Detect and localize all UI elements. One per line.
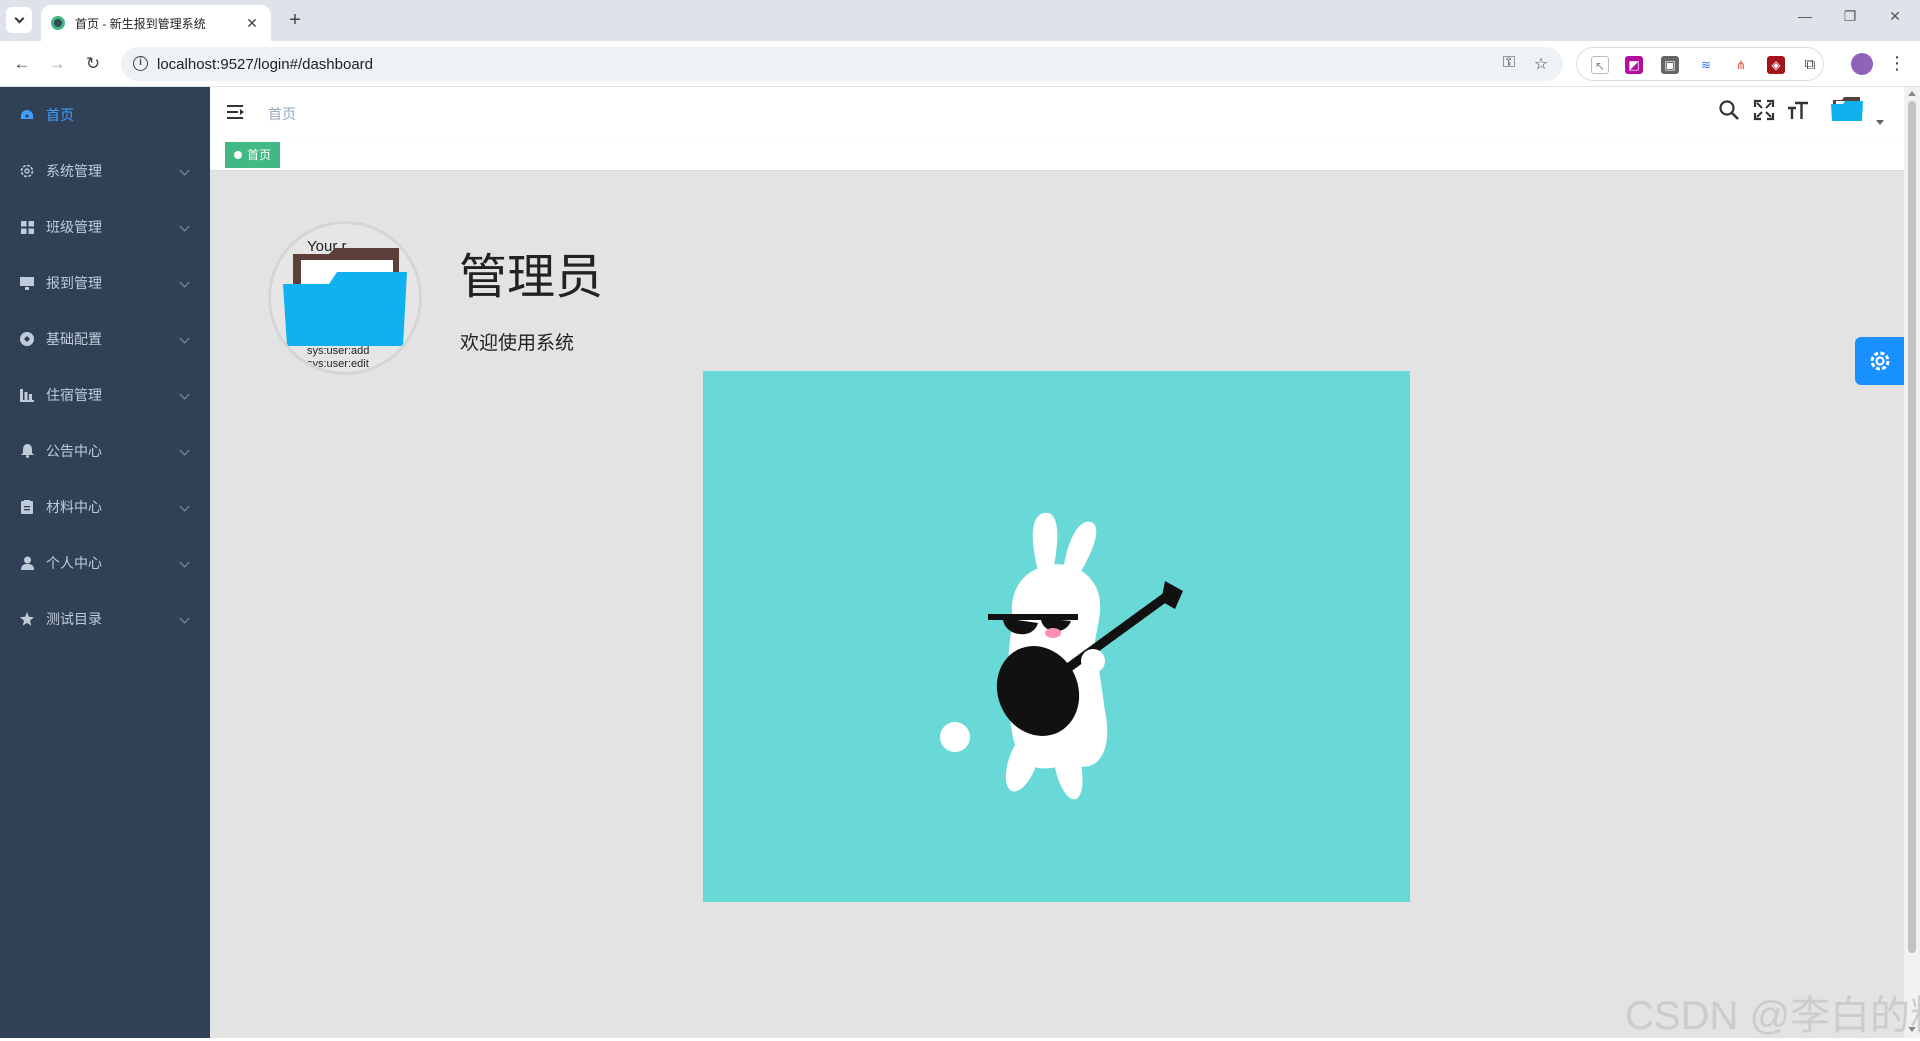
chevron-down-icon <box>14 13 24 23</box>
color-picker-extension-icon[interactable]: ◩ <box>1625 56 1643 74</box>
sidebar-item-label: 公告中心 <box>46 443 102 459</box>
gear-icon <box>1870 351 1889 371</box>
sidebar-item-profile[interactable]: 个人中心 <box>0 535 210 591</box>
sidebar-item-notice[interactable]: 公告中心 <box>0 423 210 479</box>
chevron-down-icon <box>179 389 190 400</box>
avatar-permission-text: sys:user:add <box>307 345 370 357</box>
sidebar-item-class[interactable]: 班级管理 <box>0 199 210 255</box>
clipboard-icon <box>20 500 34 514</box>
sidebar-item-label: 报到管理 <box>46 275 102 291</box>
settings-gear-button[interactable] <box>1855 337 1904 385</box>
browser-tab-bar: 首页 - 新生报到管理系统 ✕ + — ❐ ✕ <box>0 0 1920 41</box>
chevron-down-icon <box>179 445 190 456</box>
site-info-icon[interactable]: i <box>133 56 148 71</box>
vue-favicon-icon <box>51 16 65 30</box>
shield-extension-icon[interactable]: ◈ <box>1767 56 1785 74</box>
sidebar-item-test[interactable]: 测试目录 <box>0 591 210 647</box>
sidebar-item-label: 住宿管理 <box>46 387 102 403</box>
sidebar-item-checkin[interactable]: 报到管理 <box>0 255 210 311</box>
chevron-down-icon <box>179 277 190 288</box>
hamburger-icon[interactable] <box>227 104 245 120</box>
grid-icon <box>20 220 34 234</box>
chevron-down-icon <box>179 221 190 232</box>
scrollbar-thumb[interactable] <box>1908 101 1916 953</box>
caret-down-icon[interactable] <box>1876 120 1884 125</box>
layers-extension-icon[interactable]: ≋ <box>1697 56 1715 74</box>
chevron-down-icon <box>179 165 190 176</box>
chart-icon <box>20 388 34 402</box>
rabbit-guitar-illustration <box>940 512 1183 800</box>
user-avatar[interactable] <box>1830 95 1864 123</box>
folder-icon <box>283 248 407 346</box>
sidebar: 首页 系统管理 班级管理 报到管理 基础配置 住宿管理 公告中心 材料中心 个人… <box>0 87 210 1038</box>
url-text[interactable]: localhost:9527/login#/dashboard <box>157 56 373 73</box>
back-arrow-icon[interactable]: ← <box>10 52 34 76</box>
tab-title: 首页 - 新生报到管理系统 <box>75 16 206 31</box>
tree-extension-icon[interactable]: ⋔ <box>1732 56 1750 74</box>
sidebar-item-label: 系统管理 <box>46 163 102 179</box>
navbar: 首页 <box>210 87 1904 137</box>
hero-image <box>703 371 1410 902</box>
tags-view: 首页 <box>210 137 1904 171</box>
sidebar-item-label: 首页 <box>46 107 74 123</box>
restore-button[interactable]: ❐ <box>1840 8 1860 25</box>
reader-extension-icon[interactable]: ▣ <box>1661 56 1679 74</box>
sidebar-item-label: 基础配置 <box>46 331 102 347</box>
scroll-up-arrow-icon[interactable] <box>1908 91 1916 96</box>
reload-icon[interactable]: ↻ <box>81 52 105 76</box>
user-name: 管理员 <box>459 251 604 304</box>
profile-avatar-large: Your r sys:user:add sys:user:edit <box>268 221 422 375</box>
sidebar-item-material[interactable]: 材料中心 <box>0 479 210 535</box>
address-bar[interactable]: i localhost:9527/login#/dashboard ⚿ ☆ <box>121 47 1563 81</box>
bookmark-star-icon[interactable]: ☆ <box>1531 54 1551 74</box>
compass-icon <box>20 332 34 346</box>
sidebar-item-label: 材料中心 <box>46 499 102 515</box>
csdn-watermark: CSDN @李白的粉 <box>1625 994 1920 1038</box>
sidebar-item-label: 测试目录 <box>46 611 102 627</box>
chevron-down-icon <box>179 557 190 568</box>
dashboard-main: Your r sys:user:add sys:user:edit 管理员 欢迎… <box>210 171 1904 1038</box>
tab-close-icon[interactable]: ✕ <box>243 15 261 32</box>
page-scrollbar[interactable] <box>1904 87 1920 1038</box>
new-tab-button[interactable]: + <box>283 9 307 33</box>
tag-dashboard[interactable]: 首页 <box>225 142 281 168</box>
breadcrumb: 首页 <box>268 106 296 122</box>
sidebar-item-dorm[interactable]: 住宿管理 <box>0 367 210 423</box>
more-menu-icon[interactable]: ⋮ <box>1888 51 1906 75</box>
chevron-down-icon <box>179 333 190 344</box>
puzzle-extensions-icon[interactable]: ⧉ <box>1801 56 1819 74</box>
search-icon[interactable] <box>1718 99 1742 123</box>
sidebar-item-dashboard[interactable]: 首页 <box>0 87 210 143</box>
sidebar-item-label: 班级管理 <box>46 219 102 235</box>
browser-toolbar: ← → ↻ i localhost:9527/login#/dashboard … <box>0 41 1920 87</box>
sidebar-item-system[interactable]: 系统管理 <box>0 143 210 199</box>
tab-search-button[interactable] <box>6 7 32 33</box>
password-key-icon[interactable]: ⚿ <box>1499 54 1519 72</box>
sidebar-item-label: 个人中心 <box>46 555 102 571</box>
forward-arrow-icon[interactable]: → <box>45 52 69 76</box>
close-window-button[interactable]: ✕ <box>1885 8 1905 25</box>
monitor-icon <box>20 276 34 290</box>
browser-tab[interactable]: 首页 - 新生报到管理系统 ✕ <box>41 5 271 41</box>
fullscreen-icon[interactable] <box>1753 99 1777 123</box>
sidebar-item-config[interactable]: 基础配置 <box>0 311 210 367</box>
avatar-permission-text: sys:user:edit <box>307 358 369 370</box>
font-size-icon[interactable] <box>1787 99 1811 123</box>
tag-label: 首页 <box>247 148 272 162</box>
profile-avatar[interactable] <box>1851 53 1873 75</box>
active-dot-icon <box>234 151 242 159</box>
star-icon <box>20 612 34 626</box>
dashboard-icon <box>20 108 34 122</box>
extensions-group: ↖ ◩ ▣ ≋ ⋔ ◈ ⧉ <box>1576 47 1824 81</box>
welcome-text: 欢迎使用系统 <box>460 333 575 354</box>
user-icon <box>20 556 34 570</box>
gear-icon <box>20 164 34 178</box>
cursor-extension-icon[interactable]: ↖ <box>1591 56 1609 74</box>
bell-icon <box>20 444 34 458</box>
chevron-down-icon <box>179 501 190 512</box>
chevron-down-icon <box>179 613 190 624</box>
minimize-button[interactable]: — <box>1795 8 1815 24</box>
